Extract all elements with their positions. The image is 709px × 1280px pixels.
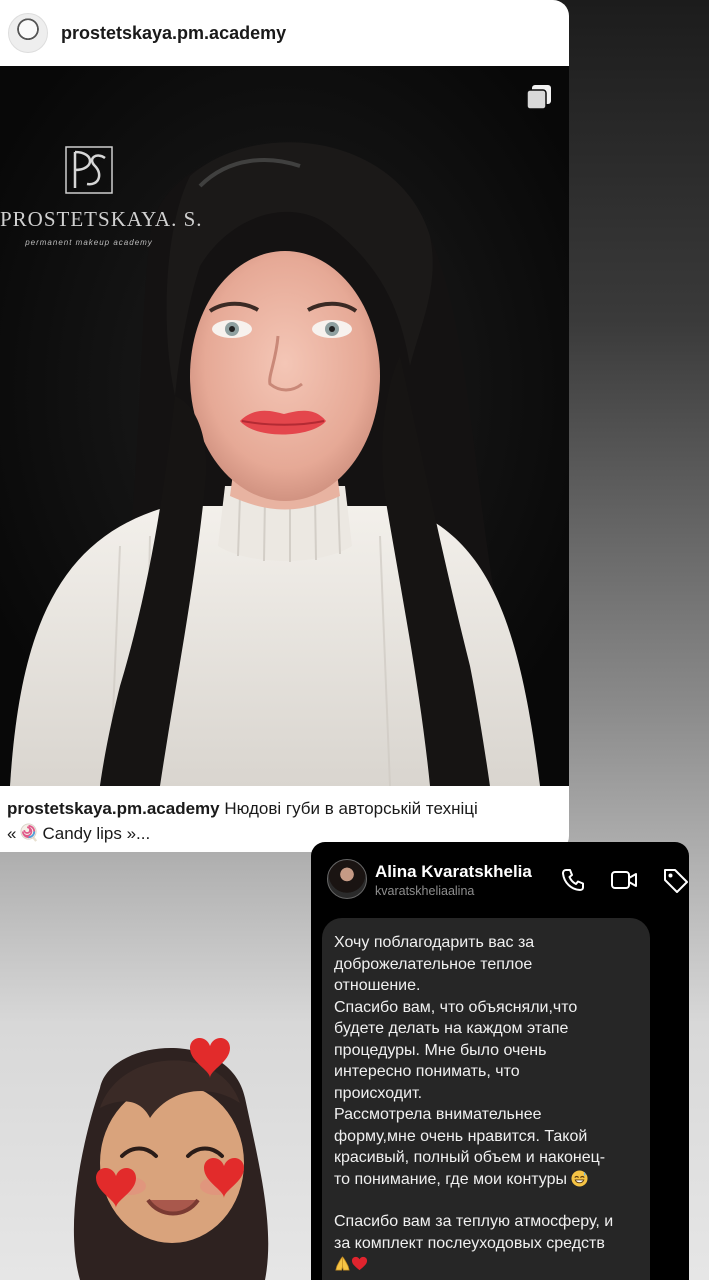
- message-line: происходит.: [334, 1084, 423, 1102]
- message-line: доброжелательное теплое: [334, 955, 533, 973]
- memoji-sticker: [73, 1037, 269, 1280]
- tag-icon[interactable]: [661, 866, 689, 894]
- account-avatar[interactable]: [8, 13, 48, 53]
- contact-avatar[interactable]: [327, 859, 367, 899]
- message-line: за комплект послеуходовых средств: [334, 1234, 605, 1252]
- caption-text-line1: Нюдові губи в авторській техніці: [219, 799, 478, 818]
- post-photo[interactable]: PROSTETSKAYA. S. permanent makeup academ…: [0, 66, 569, 786]
- message-line: форму,мне очень нравится. Такой: [334, 1127, 588, 1145]
- red-heart-emoji: [351, 1256, 368, 1271]
- message-line-with-emoji: то понимание, где мои контуры: [334, 1169, 638, 1191]
- instagram-post-card: prostetskaya.pm.academy PROSTETSKAYA. S.…: [0, 0, 569, 852]
- post-header: prostetskaya.pm.academy: [0, 0, 569, 66]
- contact-handle: kvaratskheliaalina: [375, 884, 475, 898]
- folded-hands-emoji: [335, 1256, 350, 1271]
- brand-logo-icon: [65, 146, 113, 194]
- multiple-photos-icon: [526, 85, 551, 110]
- caption-username[interactable]: prostetskaya.pm.academy: [7, 799, 220, 818]
- chat-header: Alina Kvaratskhelia kvaratskheliaalina: [311, 842, 689, 916]
- brand-watermark: PROSTETSKAYA. S. permanent makeup academ…: [0, 146, 203, 247]
- post-caption[interactable]: prostetskaya.pm.academy Нюдові губи в ав…: [7, 796, 557, 846]
- message-line: процедуры. Мне было очень: [334, 1041, 547, 1059]
- smiling-sweat-emoji: [571, 1169, 588, 1187]
- caption-text-line2-suffix: Candy lips »...: [42, 824, 151, 843]
- post-username[interactable]: prostetskaya.pm.academy: [61, 23, 286, 44]
- message-line: Спасибо вам за теплую атмосферу, и: [334, 1213, 614, 1230]
- phone-icon[interactable]: [559, 866, 587, 894]
- message-line: отношение.: [334, 977, 421, 994]
- lollipop-emoji: [20, 823, 38, 842]
- video-call-icon[interactable]: [610, 866, 638, 894]
- message-line: Спасибо вам, что объясняли,что: [334, 998, 578, 1016]
- message-line: Хочу поблагодарить вас за: [334, 934, 535, 951]
- direct-message-card: Alina Kvaratskhelia kvaratskheliaalina Х…: [311, 842, 689, 1280]
- message-line: красивый, полный объем и наконец-: [334, 1149, 606, 1166]
- message-line: интересно понимать, что: [334, 1063, 520, 1080]
- brand-name: PROSTETSKAYA. S.: [0, 207, 203, 231]
- caption-text-line2-prefix: «: [7, 824, 17, 843]
- message-emoji-line: [334, 1254, 638, 1276]
- message-line: будете делать на каждом этапе: [334, 1020, 569, 1037]
- brand-subtitle: permanent makeup academy: [25, 238, 153, 247]
- message-line: то понимание, где мои контуры: [334, 1170, 568, 1188]
- message-bubble[interactable]: Хочу поблагодарить вас за доброжелательн…: [322, 918, 650, 1280]
- message-line: Рассмотрела внимательнее: [334, 1106, 542, 1123]
- contact-name[interactable]: Alina Kvaratskhelia: [375, 862, 532, 882]
